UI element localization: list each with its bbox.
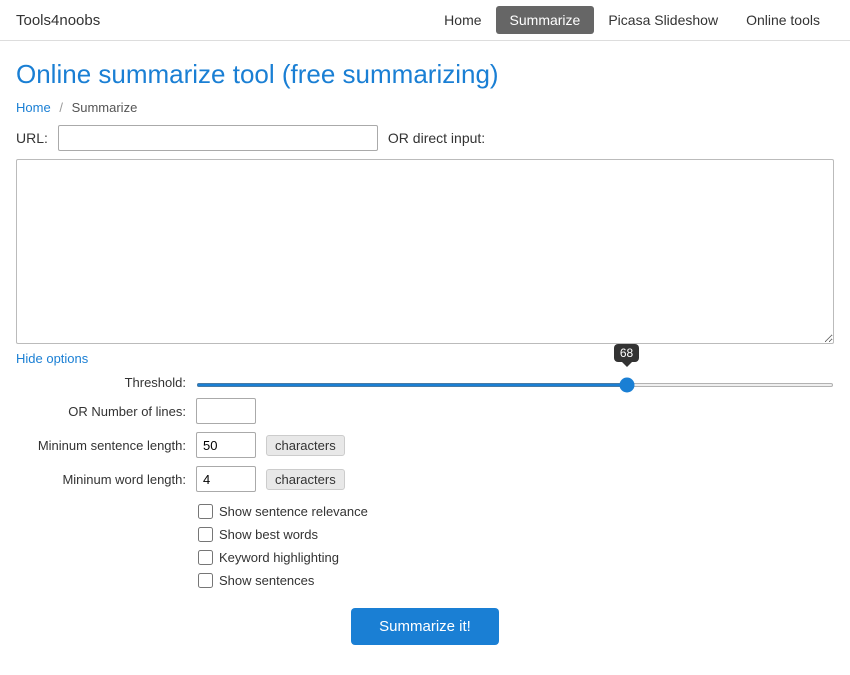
min-word-input[interactable] [196, 466, 256, 492]
slider-container: 68 [196, 374, 834, 390]
nav-online-tools[interactable]: Online tools [732, 6, 834, 34]
direct-input-textarea[interactable] [16, 159, 834, 344]
direct-input-label: OR direct input: [388, 130, 485, 146]
hide-options-row: Hide options [16, 350, 834, 366]
checkbox-sentence-relevance-label: Show sentence relevance [219, 504, 368, 519]
threshold-label: Threshold: [16, 375, 186, 390]
nav-summarize[interactable]: Summarize [496, 6, 595, 34]
url-row: URL: OR direct input: [16, 125, 834, 151]
min-word-row: Mininum word length: characters [16, 466, 834, 492]
checkbox-keyword-highlighting-input[interactable] [198, 550, 213, 565]
breadcrumb-separator: / [59, 100, 63, 115]
checkbox-show-sentences-input[interactable] [198, 573, 213, 588]
threshold-row: Threshold: 68 [16, 374, 834, 390]
checkbox-keyword-highlighting[interactable]: Keyword highlighting [198, 550, 834, 565]
options-section: Threshold: 68 OR Number of lines: Mininu… [16, 374, 834, 588]
checkbox-best-words-input[interactable] [198, 527, 213, 542]
breadcrumb-home[interactable]: Home [16, 100, 51, 115]
hide-options-link[interactable]: Hide options [16, 351, 88, 366]
checkbox-show-sentences[interactable]: Show sentences [198, 573, 834, 588]
checkbox-show-sentences-label: Show sentences [219, 573, 314, 588]
nav-picasa[interactable]: Picasa Slideshow [594, 6, 732, 34]
breadcrumb: Home / Summarize [0, 100, 850, 125]
url-label: URL: [16, 130, 48, 146]
min-sentence-input[interactable] [196, 432, 256, 458]
site-logo: Tools4noobs [16, 12, 100, 29]
checkbox-sentence-relevance-input[interactable] [198, 504, 213, 519]
number-of-lines-label: OR Number of lines: [16, 404, 186, 419]
nav-bar: Tools4noobs Home Summarize Picasa Slides… [0, 0, 850, 41]
number-of-lines-input[interactable] [196, 398, 256, 424]
summarize-button[interactable]: Summarize it! [351, 608, 499, 645]
checkbox-show-best-words[interactable]: Show best words [198, 527, 834, 542]
min-word-label: Mininum word length: [16, 472, 186, 487]
checkbox-keyword-highlighting-label: Keyword highlighting [219, 550, 339, 565]
checkbox-group: Show sentence relevance Show best words … [198, 504, 834, 588]
textarea-wrapper [16, 159, 834, 344]
checkbox-show-sentence-relevance[interactable]: Show sentence relevance [198, 504, 834, 519]
min-sentence-label: Mininum sentence length: [16, 438, 186, 453]
slider-tooltip: 68 [614, 344, 639, 362]
min-sentence-unit: characters [266, 435, 345, 456]
nav-home[interactable]: Home [430, 6, 495, 34]
main-content: URL: OR direct input: Hide options Thres… [0, 125, 850, 665]
page-title: Online summarize tool (free summarizing) [0, 41, 850, 100]
url-input[interactable] [58, 125, 378, 151]
threshold-slider[interactable] [196, 383, 834, 387]
number-of-lines-row: OR Number of lines: [16, 398, 834, 424]
nav-links: Home Summarize Picasa Slideshow Online t… [430, 6, 834, 34]
min-word-unit: characters [266, 469, 345, 490]
checkbox-best-words-label: Show best words [219, 527, 318, 542]
min-sentence-row: Mininum sentence length: characters [16, 432, 834, 458]
submit-row: Summarize it! [16, 608, 834, 645]
breadcrumb-current: Summarize [72, 100, 138, 115]
